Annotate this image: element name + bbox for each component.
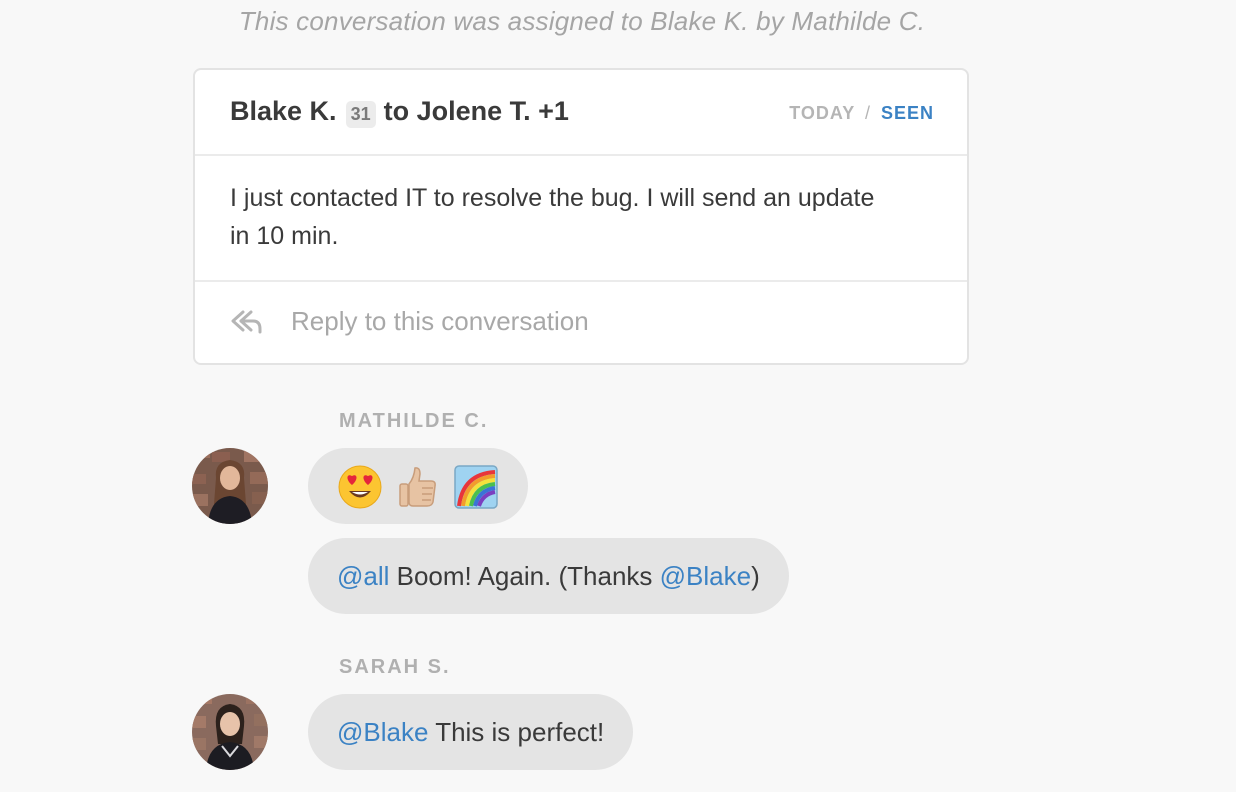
message-date: TODAY bbox=[789, 103, 855, 123]
author-name: MATHILDE C. bbox=[339, 410, 489, 432]
text-message-bubble[interactable]: @all Boom! Again. (Thanks @Blake) bbox=[308, 538, 789, 614]
author-name: SARAH S. bbox=[339, 656, 451, 678]
message-text: This is perfect! bbox=[428, 716, 605, 747]
sarah-avatar[interactable] bbox=[192, 694, 268, 770]
recipients[interactable]: to Jolene T. +1 bbox=[384, 96, 569, 127]
mention-blake[interactable]: @Blake bbox=[660, 561, 751, 592]
mathilde-avatar[interactable] bbox=[192, 448, 268, 524]
heart-eyes-emoji bbox=[338, 465, 382, 509]
message-participants: Blake K. 31 to Jolene T. +1 bbox=[230, 96, 569, 128]
message-text-end: ) bbox=[751, 560, 760, 591]
rainbow-emoji bbox=[454, 465, 498, 509]
sender-badge: 31 bbox=[345, 101, 376, 128]
thumbs-up-emoji bbox=[399, 467, 436, 507]
sender-name[interactable]: Blake K. bbox=[230, 96, 337, 127]
reply-all-icon[interactable] bbox=[229, 308, 263, 336]
reply-input[interactable]: Reply to this conversation bbox=[291, 306, 589, 337]
conversation-view: This conversation was assigned to Blake … bbox=[0, 0, 1236, 792]
message-body: I just contacted IT to resolve the bug. … bbox=[195, 156, 967, 282]
message-header: Blake K. 31 to Jolene T. +1 TODAY / SEEN bbox=[195, 70, 967, 156]
message-meta: TODAY / SEEN bbox=[789, 103, 934, 124]
message-text: Boom! Again. (Thanks bbox=[389, 560, 660, 591]
mention-all[interactable]: @all bbox=[337, 561, 389, 592]
message-card: Blake K. 31 to Jolene T. +1 TODAY / SEEN… bbox=[193, 68, 969, 365]
mention-blake[interactable]: @Blake bbox=[337, 717, 428, 748]
seen-status: SEEN bbox=[880, 103, 934, 123]
text-message-bubble[interactable]: @Blake This is perfect! bbox=[308, 694, 634, 770]
reply-box[interactable]: Reply to this conversation bbox=[195, 282, 967, 363]
message-text: I just contacted IT to resolve the bug. … bbox=[230, 184, 875, 250]
emoji-message-bubble[interactable] bbox=[308, 448, 528, 524]
emoji-row bbox=[337, 462, 499, 510]
meta-separator: / bbox=[864, 103, 871, 123]
assignment-note: This conversation was assigned to Blake … bbox=[238, 6, 926, 36]
